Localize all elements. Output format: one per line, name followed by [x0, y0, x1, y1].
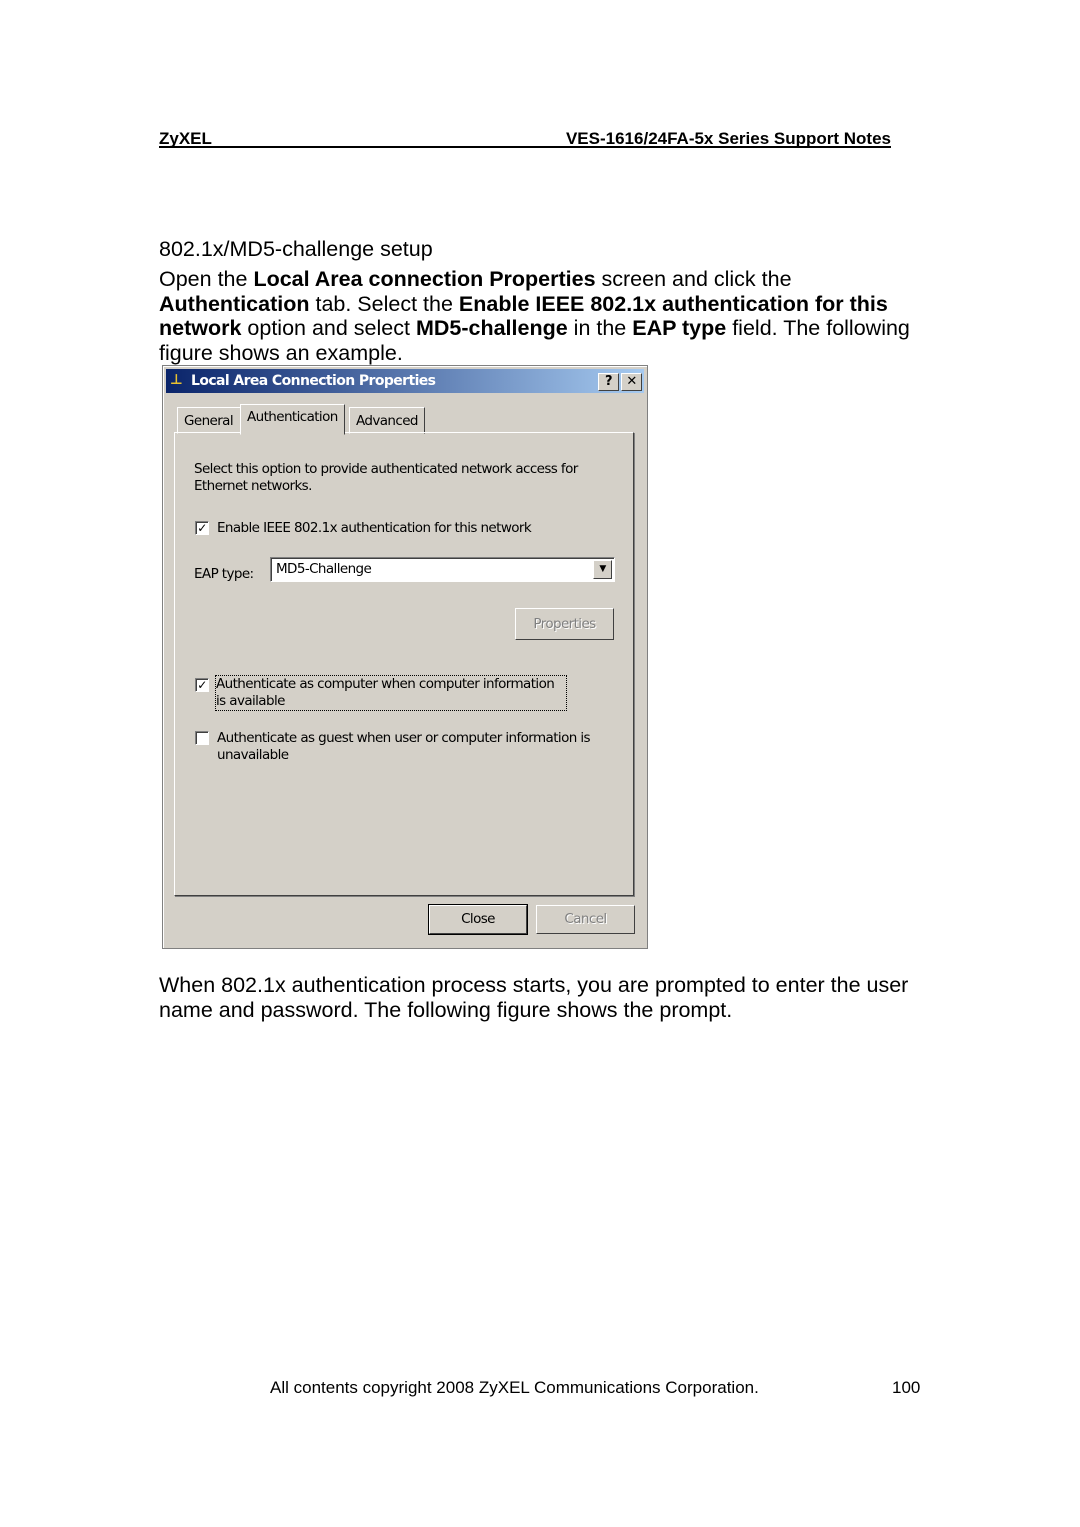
auth-computer-checkbox[interactable]: ✓ [195, 678, 209, 692]
properties-dialog: ⊥ Local Area Connection Properties ? ✕ G… [162, 365, 648, 949]
cancel-button[interactable]: Cancel [536, 905, 635, 934]
eap-type-select[interactable]: MD5-Challenge ▼ [270, 557, 615, 582]
dialog-title: Local Area Connection Properties [191, 373, 436, 389]
description-text: Select this option to provide authentica… [194, 461, 578, 494]
intro-text: in the [567, 316, 633, 340]
enable-8021x-checkbox[interactable]: ✓ [195, 521, 209, 535]
intro-paragraph: Open the Local Area connection Propertie… [159, 267, 919, 365]
emphasis-text: Local Area connection Properties [253, 267, 596, 291]
close-button[interactable]: Close [428, 904, 528, 935]
close-window-button[interactable]: ✕ [621, 373, 642, 391]
page-number: 100 [892, 1378, 921, 1397]
copyright-text: All contents copyright 2008 ZyXEL Commun… [270, 1378, 759, 1397]
emphasis-text: EAP type [632, 316, 727, 340]
after-paragraph: When 802.1x authentication process start… [159, 973, 909, 1022]
auth-computer-label[interactable]: Authenticate as computer when computer i… [215, 675, 567, 711]
title-bar[interactable]: ⊥ Local Area Connection Properties ? ✕ [166, 369, 644, 393]
properties-button[interactable]: Properties [515, 608, 614, 640]
intro-text: option and select [241, 316, 416, 340]
help-button[interactable]: ? [598, 373, 619, 391]
tab-general[interactable]: General [177, 407, 241, 434]
authentication-panel: Select this option to provide authentica… [174, 432, 634, 896]
intro-text: Open the [159, 267, 254, 291]
enable-8021x-label[interactable]: Enable IEEE 802.1x authentication for th… [217, 520, 532, 536]
emphasis-text: Authentication [159, 291, 310, 316]
auth-guest-checkbox[interactable] [195, 731, 209, 745]
header-rule [159, 146, 891, 148]
section-title: 802.1x/MD5-challenge setup [159, 237, 433, 261]
emphasis-text: MD5-challenge [415, 316, 568, 340]
chevron-down-icon[interactable]: ▼ [593, 560, 612, 579]
tab-advanced[interactable]: Advanced [349, 407, 425, 434]
tab-authentication[interactable]: Authentication [240, 404, 345, 435]
network-icon: ⊥ [170, 372, 183, 388]
intro-text: tab. Select the [309, 291, 459, 316]
intro-text: screen and click the [595, 267, 792, 291]
eap-type-value: MD5-Challenge [276, 561, 372, 577]
document-page: ZyXEL VES-1616/24FA-5x Series Support No… [0, 0, 1080, 1527]
eap-type-label: EAP type: [194, 566, 254, 582]
auth-guest-label[interactable]: Authenticate as guest when user or compu… [217, 730, 597, 764]
